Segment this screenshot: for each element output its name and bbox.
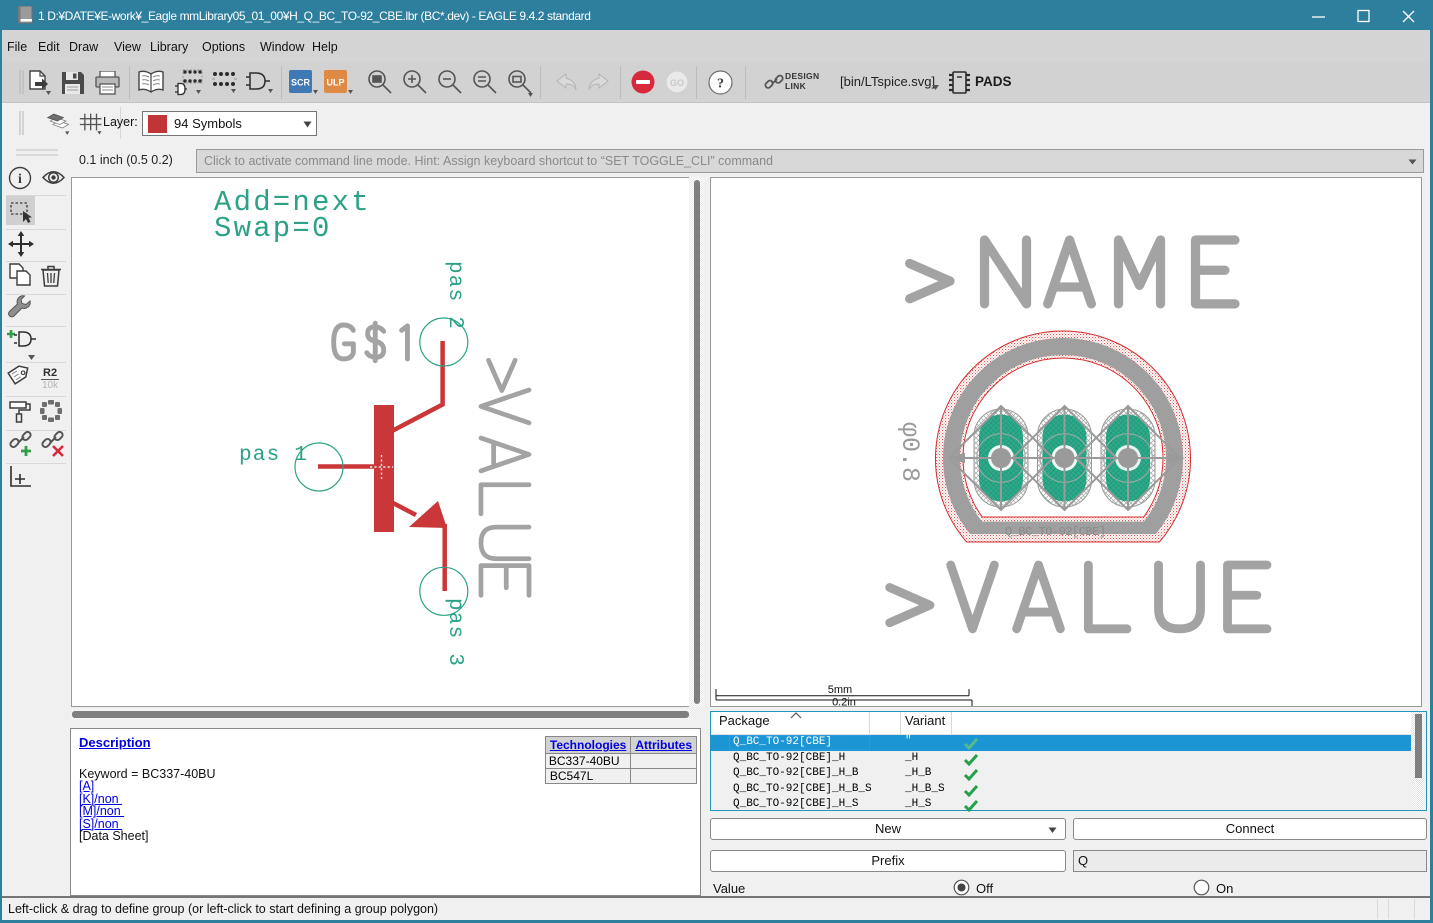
svg-text:5mm: 5mm	[828, 684, 852, 696]
svg-text:φ0.8: φ0.8	[895, 422, 924, 482]
svg-text:i: i	[18, 172, 22, 187]
svg-text:?: ?	[717, 77, 724, 92]
svg-text:pas 2: pas 2	[443, 261, 466, 330]
svg-text:GO: GO	[670, 78, 684, 88]
svg-text:ULP: ULP	[327, 78, 345, 88]
svg-text:pas 1: pas 1	[239, 444, 308, 467]
svg-text:SCR: SCR	[291, 78, 311, 88]
svg-text:Q_BC_TO-92[CBE]: Q_BC_TO-92[CBE]	[1005, 525, 1106, 539]
svg-text:Swap=0: Swap=0	[214, 212, 332, 245]
svg-text:pas 3: pas 3	[443, 598, 466, 667]
svg-text:0.2in: 0.2in	[832, 697, 856, 707]
